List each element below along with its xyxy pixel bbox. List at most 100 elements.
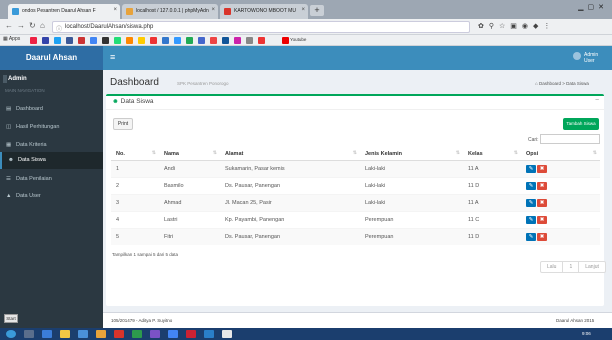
bookmark-icon[interactable] [198, 37, 205, 44]
bookmark-icon[interactable] [90, 37, 97, 44]
bookmark-icon[interactable] [30, 37, 37, 44]
bookmark-icon[interactable] [54, 37, 61, 44]
bookmark-icon[interactable] [102, 37, 109, 44]
taskbar-app-icon[interactable] [60, 330, 70, 338]
cell-alamat: Ds. Pausar, Panengan [220, 176, 360, 194]
breadcrumb: ⌂ Dashboard > Data Siswa [535, 81, 589, 86]
column-header-opsi[interactable]: Opsi ⇅ [521, 148, 600, 161]
taskbar-app-icon[interactable] [222, 330, 232, 338]
box-title-label: Data Siswa [120, 98, 154, 105]
browser-tab-2[interactable]: localhost / 127.0.0.1 | phpMyAdn × [122, 4, 218, 19]
add-student-button[interactable]: Tambah Siswa [563, 118, 599, 130]
browser-tab-3[interactable]: KARTOWONO MBOOT MU × [220, 4, 308, 19]
bookmark-icon[interactable] [114, 37, 121, 44]
bookmark-icon[interactable] [162, 37, 169, 44]
bookmark-icon[interactable] [150, 37, 157, 44]
new-tab-button[interactable]: + [310, 5, 324, 16]
column-header-kelas[interactable]: Kelas ⇅ [463, 148, 521, 161]
taskbar-app-icon[interactable] [132, 330, 142, 338]
bookmark-icon[interactable] [210, 37, 217, 44]
sidebar-item-data-siswa[interactable]: ☻ Data Siswa [0, 152, 103, 169]
taskbar-app-icon[interactable] [114, 330, 124, 338]
menu-toggle-icon[interactable]: ≡ [110, 52, 115, 62]
taskbar-app-icon[interactable] [24, 330, 34, 338]
window-controls[interactable]: ▁▢✕ [578, 3, 608, 11]
sidebar-item-hasil-perhitungan[interactable]: ◫ Hasil Perhitungan [0, 119, 103, 136]
url-input[interactable]: ⓘ localhost/DaarulAhsan/siswa.php [52, 21, 470, 33]
bookmark-youtube-label[interactable]: Youtube [290, 37, 306, 42]
cell-no: 5 [111, 227, 159, 245]
delete-icon[interactable]: ✖ [537, 232, 547, 241]
bookmark-icon[interactable] [42, 37, 49, 44]
bookmark-icon[interactable] [78, 37, 85, 44]
sidebar-item-data-penilaian[interactable]: ☰ Data Penilaian [0, 171, 103, 188]
taskbar-app-icon[interactable] [204, 330, 214, 338]
bookmark-icon[interactable] [138, 37, 145, 44]
column-header-no[interactable]: No. ⇅ [111, 148, 159, 161]
column-header-jenis-kelamin[interactable]: Jenis Kelamin ⇅ [360, 148, 463, 161]
delete-icon[interactable]: ✖ [537, 198, 547, 207]
close-tab-icon[interactable]: × [113, 7, 117, 13]
close-tab-icon[interactable]: × [211, 7, 215, 13]
edit-icon[interactable]: ✎ [526, 232, 536, 241]
user-avatar-icon[interactable] [573, 52, 581, 60]
bookmark-icon[interactable] [186, 37, 193, 44]
delete-icon[interactable]: ✖ [537, 181, 547, 190]
bookmark-icon[interactable] [66, 37, 73, 44]
bookmark-apps[interactable]: ▦ Apps [3, 36, 20, 42]
cell-opsi: ✎ ✖ [521, 176, 600, 194]
pagination-next[interactable]: Lanjut [579, 262, 605, 272]
taskbar-app-icon[interactable] [42, 330, 52, 338]
close-tab-icon[interactable]: × [301, 7, 305, 13]
edit-icon[interactable]: ✎ [526, 181, 536, 190]
windows-start-icon[interactable] [6, 330, 16, 338]
bookmark-icon[interactable] [258, 37, 265, 44]
edit-icon[interactable]: ✎ [526, 215, 536, 224]
column-header-nama[interactable]: Nama ⇅ [159, 148, 220, 161]
bookmark-icon[interactable] [126, 37, 133, 44]
column-header-label: Alamat [225, 150, 244, 157]
start-button[interactable]: Start [4, 314, 18, 323]
breadcrumb-home[interactable]: Dashboard [539, 81, 561, 86]
bookmark-icon[interactable] [222, 37, 229, 44]
sort-icon: ⇅ [513, 150, 518, 156]
extension-icons[interactable]: ✿⚲☆▣◉◆⋮ [478, 22, 555, 30]
pagination-page[interactable]: 1 [563, 262, 580, 272]
cell-kelas: 11 A [463, 193, 521, 211]
pagination-prev[interactable]: Lalu [541, 262, 564, 272]
delete-icon[interactable]: ✖ [537, 215, 547, 224]
brand-logo[interactable]: Daarul Ahsan [0, 46, 103, 70]
taskbar-app-icon[interactable] [150, 330, 160, 338]
cell-nama: Basmilo [159, 176, 220, 194]
home-icon[interactable]: ⌂ [40, 21, 45, 30]
print-button[interactable]: Print [113, 118, 133, 130]
cell-alamat: Ds. Pausar, Panengan [220, 227, 360, 245]
bookmark-icon[interactable] [246, 37, 253, 44]
taskbar-app-icon[interactable] [186, 330, 196, 338]
user-menu[interactable]: Admin User [584, 52, 598, 64]
bookmark-icon[interactable] [234, 37, 241, 44]
sidebar-item-label: Dashboard [16, 106, 43, 112]
taskbar-app-icon[interactable] [96, 330, 106, 338]
forward-icon[interactable]: → [17, 21, 25, 30]
column-header-label: Jenis Kelamin [365, 150, 402, 157]
column-header-alamat[interactable]: Alamat ⇅ [220, 148, 360, 161]
browser-tab-1[interactable]: ondos Pesantren Daarul Ahsan F × [8, 4, 120, 19]
edit-icon[interactable]: ✎ [526, 198, 536, 207]
taskbar-app-icon[interactable] [78, 330, 88, 338]
bookmark-icon[interactable] [174, 37, 181, 44]
cell-alamat: Jl. Macan 25, Pasir [220, 193, 360, 211]
search-input[interactable] [540, 134, 600, 144]
cell-opsi: ✎ ✖ [521, 210, 600, 228]
back-icon[interactable]: ← [5, 21, 13, 30]
taskbar-app-icon[interactable] [168, 330, 178, 338]
collapse-icon[interactable]: − [595, 97, 599, 104]
cell-no: 3 [111, 193, 159, 211]
delete-icon[interactable]: ✖ [537, 164, 547, 173]
sort-icon: ⇅ [592, 150, 597, 156]
reload-icon[interactable]: ↻ [29, 21, 36, 30]
youtube-icon[interactable] [282, 37, 289, 44]
sidebar-item-dashboard[interactable]: ▤ Dashboard [0, 101, 103, 118]
edit-icon[interactable]: ✎ [526, 164, 536, 173]
sidebar-item-data-user[interactable]: ▲ Data User [0, 188, 103, 205]
